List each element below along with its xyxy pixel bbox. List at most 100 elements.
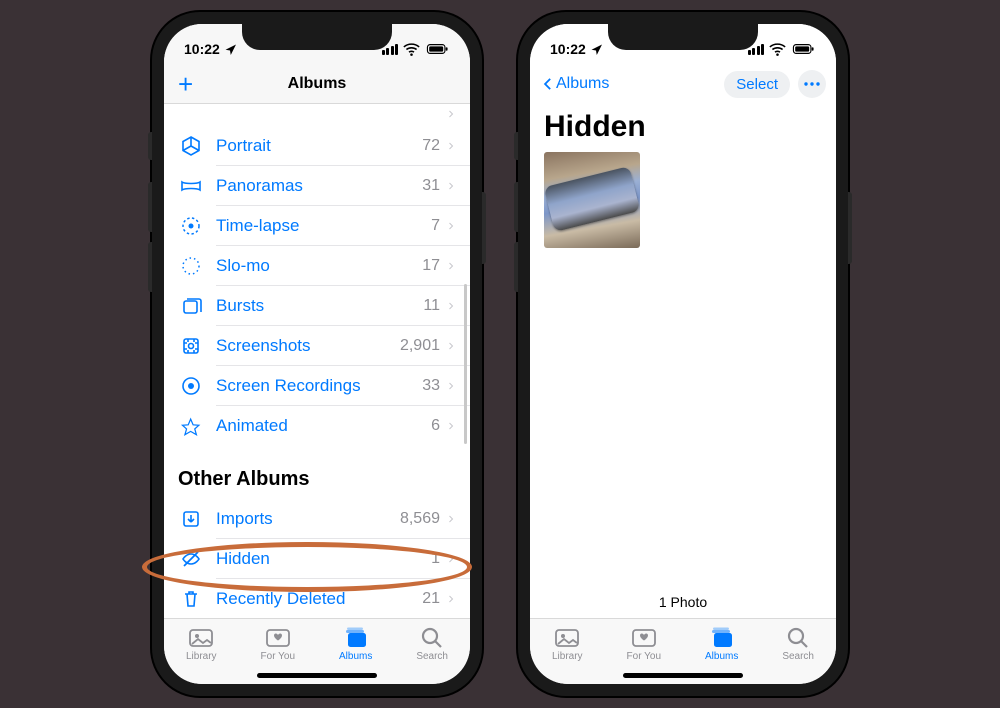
albums-tab-icon	[343, 625, 369, 649]
media-row-bursts[interactable]: Bursts11	[164, 286, 470, 326]
tab-label: Search	[782, 651, 814, 662]
location-icon	[224, 43, 236, 55]
chevron-right-icon	[446, 259, 456, 273]
tab-label: For You	[627, 651, 661, 662]
ellipsis-icon	[804, 82, 820, 86]
chevron-right-icon	[446, 419, 456, 433]
tab-label: Search	[416, 651, 448, 662]
timelapse-icon	[178, 215, 204, 237]
add-album-button[interactable]: +	[178, 71, 193, 97]
row-count: 6	[431, 417, 440, 435]
other-row-hidden[interactable]: Hidden1	[164, 539, 470, 579]
row-count: 72	[422, 137, 440, 155]
albums-tab-icon	[709, 625, 735, 649]
animated-icon	[178, 415, 204, 437]
row-count: 21	[422, 590, 440, 608]
scrollbar[interactable]	[464, 284, 467, 444]
chevron-right-icon	[446, 179, 456, 193]
tab-albums[interactable]: Albums	[705, 625, 738, 662]
media-row-screen-recordings[interactable]: Screen Recordings33	[164, 366, 470, 406]
media-row-screenshots[interactable]: Screenshots2,901	[164, 326, 470, 366]
chevron-right-icon	[446, 139, 456, 153]
foryou-tab-icon	[631, 625, 657, 649]
row-label: Panoramas	[216, 176, 422, 196]
cube-icon	[178, 135, 204, 157]
other-row-imports[interactable]: Imports8,569	[164, 499, 470, 539]
tab-foryou[interactable]: For You	[627, 625, 661, 662]
chevron-right-icon	[446, 552, 456, 566]
bursts-icon	[178, 295, 204, 317]
other-row-recently-deleted[interactable]: Recently Deleted21	[164, 579, 470, 618]
more-button[interactable]	[798, 70, 826, 98]
chevron-right-icon	[446, 512, 456, 526]
row-count: 1	[431, 550, 440, 568]
photo-thumbnail[interactable]	[544, 152, 640, 248]
tab-library[interactable]: Library	[186, 625, 217, 662]
nav-bar: Albums Select	[530, 64, 836, 104]
row-label: Time-lapse	[216, 216, 431, 236]
tab-library[interactable]: Library	[552, 625, 583, 662]
wifi-icon	[769, 41, 786, 58]
library-tab-icon	[188, 625, 214, 649]
nav-bar: + Albums	[164, 64, 470, 104]
location-icon	[590, 43, 602, 55]
row-label: Hidden	[216, 549, 431, 569]
row-label: Screen Recordings	[216, 376, 422, 396]
media-row-panoramas[interactable]: Panoramas31	[164, 166, 470, 206]
chevron-right-icon	[446, 379, 456, 393]
wifi-icon	[403, 41, 420, 58]
row-count: 2,901	[400, 337, 440, 355]
row-count: 8,569	[400, 510, 440, 528]
tab-label: For You	[261, 651, 295, 662]
phone-1-albums-list: 10:22 + Albums . Portrait72Panoramas31Ti…	[152, 12, 482, 696]
home-indicator[interactable]	[257, 673, 377, 678]
home-indicator[interactable]	[623, 673, 743, 678]
search-tab-icon	[419, 625, 445, 649]
tab-foryou[interactable]: For You	[261, 625, 295, 662]
tab-label: Albums	[705, 651, 738, 662]
album-list-content[interactable]: . Portrait72Panoramas31Time-lapse7Slo-mo…	[164, 104, 470, 618]
row-label: Imports	[216, 509, 400, 529]
status-time: 10:22	[184, 41, 220, 57]
row-count: 31	[422, 177, 440, 195]
media-row-portrait[interactable]: Portrait72	[164, 126, 470, 166]
library-tab-icon	[554, 625, 580, 649]
media-row-time-lapse[interactable]: Time-lapse7	[164, 206, 470, 246]
row-count: 33	[422, 377, 440, 395]
tab-label: Library	[552, 651, 583, 662]
chevron-right-icon	[446, 339, 456, 353]
slomo-icon	[178, 255, 204, 277]
tab-label: Albums	[339, 651, 372, 662]
row-count: 7	[431, 217, 440, 235]
tab-search[interactable]: Search	[416, 625, 448, 662]
tab-albums[interactable]: Albums	[339, 625, 372, 662]
status-time: 10:22	[550, 41, 586, 57]
back-label: Albums	[556, 75, 609, 93]
chevron-right-icon	[446, 107, 456, 121]
tab-search[interactable]: Search	[782, 625, 814, 662]
search-tab-icon	[785, 625, 811, 649]
row-label: Recently Deleted	[216, 589, 422, 609]
page-title: Hidden	[530, 104, 836, 152]
section-header-other: Other Albums	[164, 446, 470, 499]
media-row-slo-mo[interactable]: Slo-mo17	[164, 246, 470, 286]
chevron-right-icon	[446, 219, 456, 233]
phone-2-hidden-album: 10:22 Albums Select Hidden	[518, 12, 848, 696]
row-label: Animated	[216, 416, 431, 436]
back-button[interactable]: Albums	[540, 74, 609, 94]
battery-icon	[425, 42, 450, 56]
battery-icon	[791, 42, 816, 56]
hidden-album-content[interactable]: Hidden 1 Photo	[530, 104, 836, 618]
pano-icon	[178, 175, 204, 197]
photo-count-label: 1 Photo	[530, 586, 836, 614]
chevron-left-icon	[540, 74, 556, 94]
foryou-tab-icon	[265, 625, 291, 649]
media-row-animated[interactable]: Animated6	[164, 406, 470, 446]
hidden-icon	[178, 548, 204, 570]
nav-title: Albums	[288, 75, 347, 93]
row-label: Slo-mo	[216, 256, 422, 276]
trash-icon	[178, 588, 204, 610]
select-button[interactable]: Select	[724, 71, 790, 98]
imports-icon	[178, 508, 204, 530]
tab-label: Library	[186, 651, 217, 662]
